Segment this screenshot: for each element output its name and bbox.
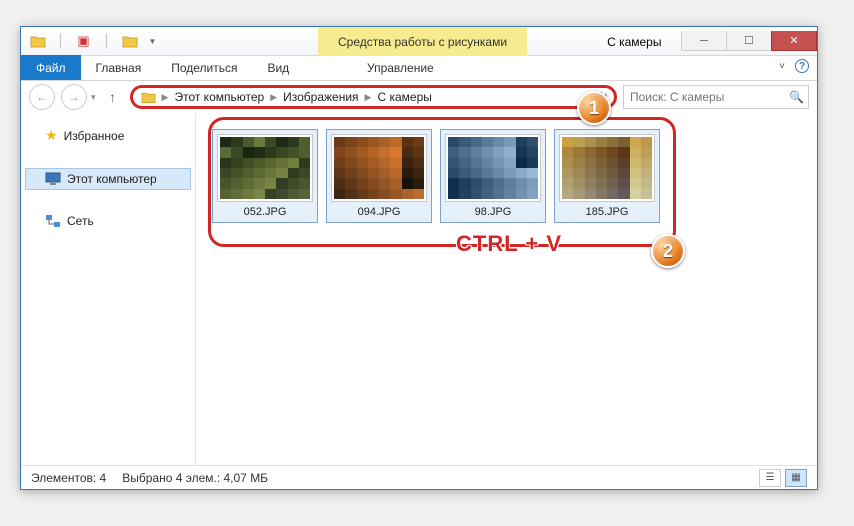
qa-dropdown-icon[interactable]: ▼	[144, 33, 161, 50]
picture-tools-tab-header: Средства работы с рисунками	[318, 27, 527, 56]
file-item[interactable]: 052.JPG	[212, 129, 318, 223]
back-button[interactable]: ←	[29, 84, 55, 110]
breadcrumb-pictures[interactable]: Изображения	[283, 90, 358, 104]
navigation-toolbar: ← → ▾ ↑ ▶ Этот компьютер ▶ Изображения ▶…	[21, 81, 817, 113]
thumbnail-image	[445, 134, 541, 202]
ribbon-tabs: Файл Главная Поделиться Вид Управление ˅…	[21, 56, 817, 81]
nav-network[interactable]: Сеть	[25, 210, 191, 232]
search-box[interactable]: 🔍	[623, 85, 809, 109]
file-item[interactable]: 185.JPG	[554, 129, 660, 223]
file-item[interactable]: 98.JPG	[440, 129, 546, 223]
thumbnail-image	[559, 134, 655, 202]
nav-favorites[interactable]: ★ Избранное	[25, 123, 191, 148]
thumbnails-view-button[interactable]: ▦	[785, 469, 807, 487]
navigation-pane: ★ Избранное Этот компьютер Сеть	[21, 113, 196, 465]
star-icon: ★	[45, 127, 58, 144]
manage-tab[interactable]: Управление	[352, 55, 449, 80]
thumbnail-image	[217, 134, 313, 202]
network-icon	[45, 214, 61, 228]
explorer-body: ★ Избранное Этот компьютер Сеть	[21, 113, 817, 465]
search-icon[interactable]: 🔍	[789, 90, 804, 104]
chevron-right-icon[interactable]: ▶	[160, 92, 171, 103]
explorer-window: | ▣ | ▼ Средства работы с рисунками С ка…	[20, 26, 818, 490]
up-button[interactable]: ↑	[102, 86, 124, 108]
contextual-tab-group: Средства работы с рисунками С камеры	[318, 27, 681, 56]
close-button[interactable]: ✕	[771, 31, 817, 51]
properties-icon[interactable]: ▣	[75, 33, 92, 50]
breadcrumb-current[interactable]: С камеры	[377, 90, 431, 104]
nav-label: Избранное	[64, 129, 125, 143]
qa-separator: |	[98, 33, 115, 50]
annotation-text: CTRL + V	[456, 231, 562, 257]
folder-icon	[29, 33, 46, 50]
help-icon[interactable]: ?	[795, 59, 809, 73]
search-input[interactable]	[630, 90, 785, 104]
window-title: С камеры	[587, 27, 681, 56]
window-controls: ─ ☐ ✕	[682, 31, 817, 51]
thumbnail-image	[331, 134, 427, 202]
file-thumbnails: 052.JPG 094.JPG 98.JPG 185.JPG	[208, 121, 817, 231]
annotation-marker-1: 1	[577, 91, 611, 125]
qa-separator: |	[52, 33, 69, 50]
chevron-right-icon[interactable]: ▶	[363, 92, 374, 103]
breadcrumb-root[interactable]: Этот компьютер	[174, 90, 264, 104]
forward-button[interactable]: →	[61, 84, 87, 110]
view-switcher: ☰ ▦	[759, 469, 807, 487]
file-tab[interactable]: Файл	[21, 55, 81, 80]
address-bar[interactable]: ▶ Этот компьютер ▶ Изображения ▶ С камер…	[130, 85, 617, 109]
expand-ribbon-icon[interactable]: ˅	[779, 61, 785, 72]
file-name: 185.JPG	[586, 206, 629, 218]
chevron-right-icon[interactable]: ▶	[268, 92, 279, 103]
file-name: 052.JPG	[244, 206, 287, 218]
share-tab[interactable]: Поделиться	[156, 55, 252, 80]
folder-icon	[141, 91, 156, 104]
nav-label: Сеть	[67, 214, 94, 228]
status-selection: Выбрано 4 элем.: 4,07 МБ	[122, 471, 268, 485]
title-bar: | ▣ | ▼ Средства работы с рисунками С ка…	[21, 27, 817, 56]
new-folder-icon[interactable]	[121, 33, 138, 50]
content-area[interactable]: 052.JPG 094.JPG 98.JPG 185.JPG CTRL + V	[196, 113, 817, 465]
file-name: 094.JPG	[358, 206, 401, 218]
status-item-count: Элементов: 4	[31, 471, 106, 485]
quick-access-toolbar: | ▣ | ▼	[21, 33, 169, 50]
view-tab[interactable]: Вид	[252, 55, 304, 80]
home-tab[interactable]: Главная	[81, 55, 157, 80]
maximize-button[interactable]: ☐	[726, 31, 772, 51]
details-view-button[interactable]: ☰	[759, 469, 781, 487]
nav-this-pc[interactable]: Этот компьютер	[25, 168, 191, 190]
file-name: 98.JPG	[475, 206, 512, 218]
status-bar: Элементов: 4 Выбрано 4 элем.: 4,07 МБ ☰ …	[21, 465, 817, 489]
computer-icon	[45, 172, 61, 186]
minimize-button[interactable]: ─	[681, 31, 727, 51]
nav-label: Этот компьютер	[67, 172, 157, 186]
recent-locations-icon[interactable]: ▾	[91, 92, 96, 103]
file-item[interactable]: 094.JPG	[326, 129, 432, 223]
annotation-marker-2: 2	[651, 234, 685, 268]
